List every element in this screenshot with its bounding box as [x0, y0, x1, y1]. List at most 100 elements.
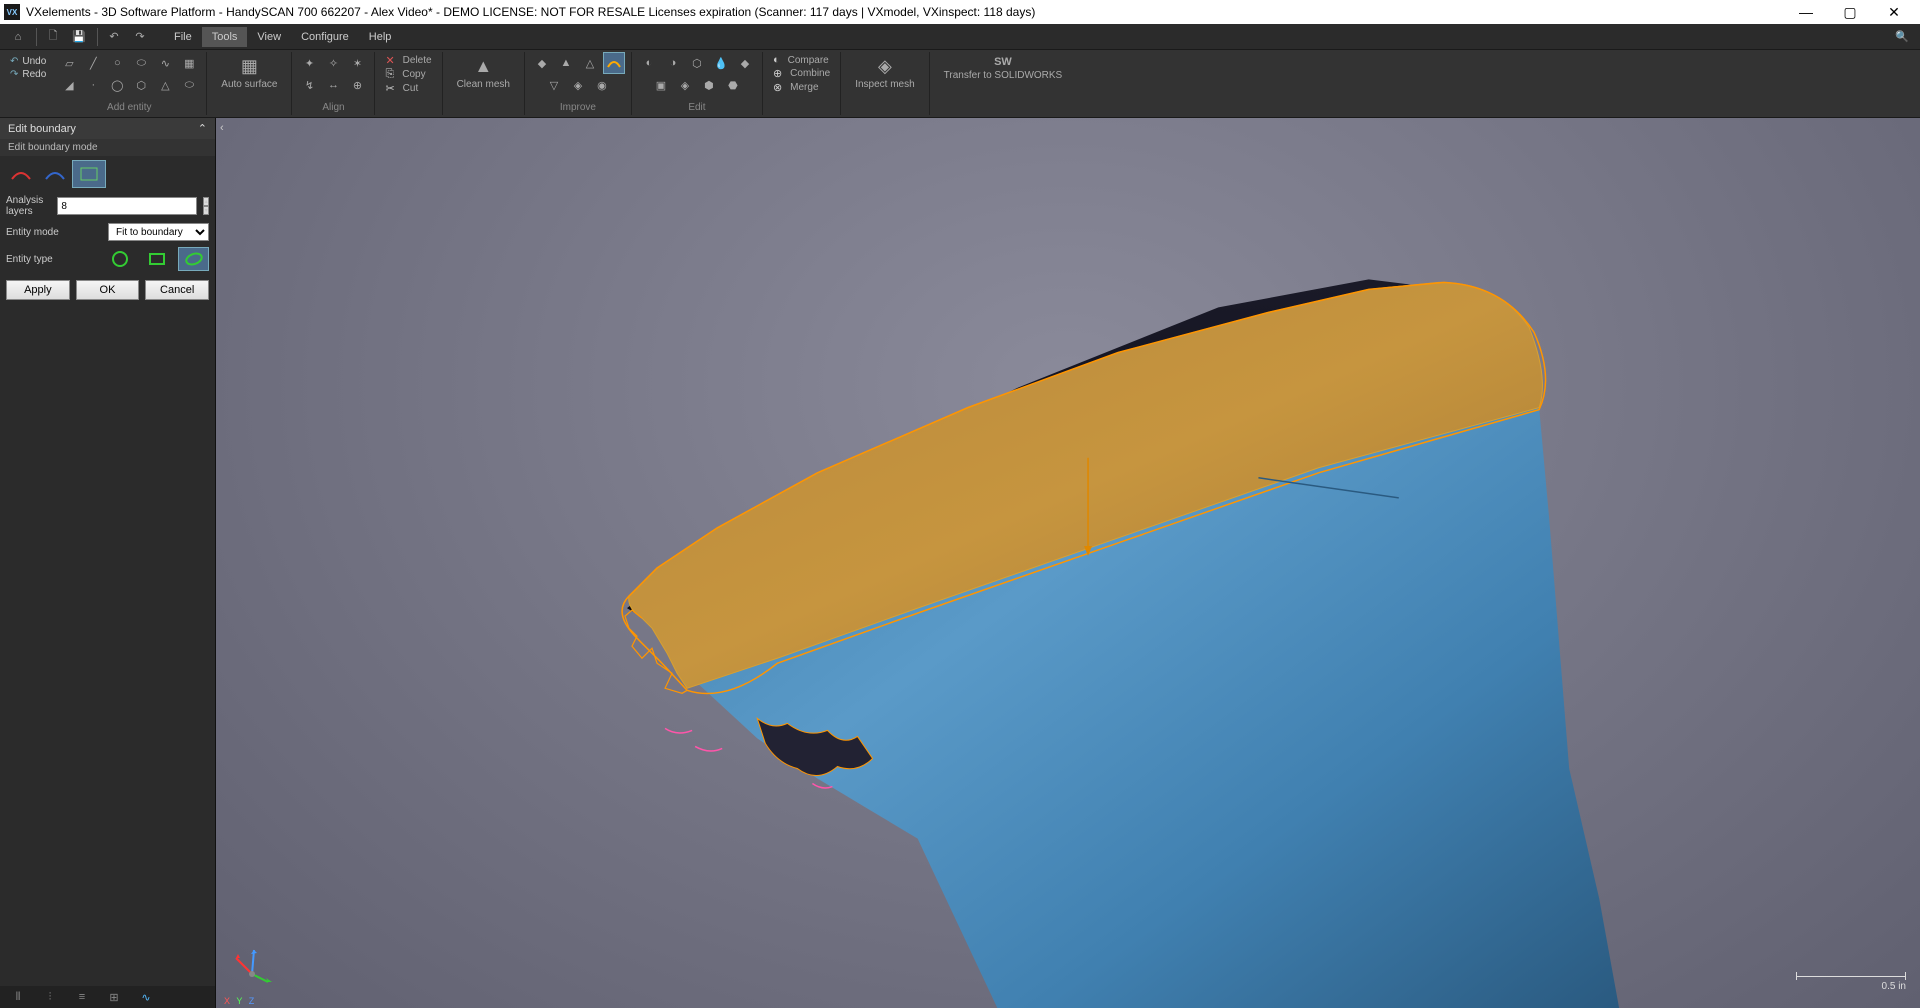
edit-tool-8-icon[interactable]: ⬢	[698, 74, 720, 96]
search-icon[interactable]: 🔍	[1890, 26, 1914, 48]
entity-surface-icon[interactable]: ▦	[178, 52, 200, 74]
minimize-button[interactable]: —	[1784, 0, 1828, 24]
edit-tool-6-icon[interactable]: ▣	[650, 74, 672, 96]
align-tool-2-icon[interactable]: ✧	[322, 52, 344, 74]
inspect-mesh-icon: ◈	[878, 56, 892, 77]
quick-access-bar: ⌂ 🗋 💾 ↶ ↷ File Tools View Configure Help…	[0, 24, 1920, 50]
edit-tool-2-icon[interactable]: ◑	[662, 52, 684, 74]
ribbon-group-transfer: SW Transfer to SOLIDWORKS	[930, 52, 1077, 115]
entity-type-ellipse[interactable]	[178, 247, 209, 271]
main-area: Edit boundary ⌃ Edit boundary mode Analy…	[0, 118, 1920, 1008]
redo-icon[interactable]: ↷	[128, 26, 152, 48]
clean-mesh-button[interactable]: ▲ Clean mesh	[449, 52, 518, 94]
viewport-collapse-icon[interactable]: ‹	[220, 122, 234, 136]
home-icon[interactable]: ⌂	[6, 26, 30, 48]
menubar: File Tools View Configure Help	[164, 27, 401, 47]
cancel-button[interactable]: Cancel	[145, 280, 209, 300]
entity-edge-icon[interactable]: ◢	[58, 74, 80, 96]
menu-tools[interactable]: Tools	[202, 27, 248, 47]
menu-file[interactable]: File	[164, 27, 202, 47]
edit-tool-5-icon[interactable]: ◆	[734, 52, 756, 74]
copy-button[interactable]: ⎘Copy	[385, 68, 431, 81]
entity-mode-row: Entity mode Fit to boundary	[0, 220, 215, 244]
entity-circle-icon[interactable]: ○	[106, 52, 128, 74]
entity-sphere-icon[interactable]: ◯	[106, 74, 128, 96]
boundary-mode-1[interactable]	[4, 160, 38, 188]
close-button[interactable]: ✕	[1872, 0, 1916, 24]
entity-ellipse-icon[interactable]: ⬭	[130, 52, 152, 74]
delete-button[interactable]: ✕Delete	[385, 54, 431, 67]
entity-curve-icon[interactable]: ∿	[154, 52, 176, 74]
compare-button[interactable]: ◐Compare	[773, 54, 830, 66]
combine-button[interactable]: ⊕Combine	[773, 67, 830, 80]
edit-tool-4-icon[interactable]: 💧	[710, 52, 732, 74]
entity-mode-label: Entity mode	[6, 227, 102, 238]
redo-button[interactable]: ↷Redo	[10, 69, 46, 80]
entity-line-icon[interactable]: ╱	[82, 52, 104, 74]
edit-tool-7-icon[interactable]: ◈	[674, 74, 696, 96]
analysis-layers-input[interactable]	[57, 197, 197, 215]
analysis-layers-label: Analysis layers	[6, 195, 51, 217]
cut-button[interactable]: ✂Cut	[385, 82, 431, 95]
menu-view[interactable]: View	[247, 27, 291, 47]
entity-point-icon[interactable]: ·	[82, 74, 104, 96]
auto-surface-button[interactable]: ▦ Auto surface	[213, 52, 285, 94]
apply-button[interactable]: Apply	[6, 280, 70, 300]
ribbon-group-auto-surface: ▦ Auto surface	[207, 52, 292, 115]
boundary-mode-2[interactable]	[38, 160, 72, 188]
maximize-button[interactable]: ▢	[1828, 0, 1872, 24]
menu-configure[interactable]: Configure	[291, 27, 359, 47]
menu-help[interactable]: Help	[359, 27, 402, 47]
entity-cone-icon[interactable]: △	[154, 74, 176, 96]
improve-tool-3-icon[interactable]: △	[579, 52, 601, 74]
merge-button[interactable]: ⊗Merge	[773, 81, 830, 94]
panel-title: Edit boundary	[8, 123, 76, 135]
improve-tool-7-icon[interactable]: ◉	[591, 74, 613, 96]
collapse-icon[interactable]: ⌃	[198, 122, 207, 135]
separator	[36, 28, 37, 46]
improve-tool-5-icon[interactable]: ▽	[543, 74, 565, 96]
ribbon-group-clean-mesh: ▲ Clean mesh	[443, 52, 525, 115]
entity-mode-select[interactable]: Fit to boundary	[108, 223, 209, 241]
statusbar-item-5[interactable]: ∿	[134, 988, 158, 1006]
edit-tool-9-icon[interactable]: ⬣	[722, 74, 744, 96]
improve-tool-2-icon[interactable]: ▲	[555, 52, 577, 74]
ribbon-group-edit: ◐ ◑ ⬡ 💧 ◆ ▣ ◈ ⬢ ⬣ Edit	[632, 52, 763, 115]
window-title: VXelements - 3D Software Platform - Hand…	[26, 5, 1784, 19]
auto-surface-icon: ▦	[241, 56, 258, 77]
align-tool-1-icon[interactable]: ✦	[298, 52, 320, 74]
entity-type-circle[interactable]	[104, 247, 135, 271]
entity-slot-icon[interactable]: ⬭	[178, 74, 200, 96]
axes-triad	[224, 938, 280, 994]
analysis-layers-spinner[interactable]: ▴▾	[203, 197, 209, 215]
panel-buttons: Apply OK Cancel	[0, 274, 215, 306]
edit-tool-3-icon[interactable]: ⬡	[686, 52, 708, 74]
undo-icon[interactable]: ↶	[102, 26, 126, 48]
inspect-mesh-button[interactable]: ◈ Inspect mesh	[847, 52, 922, 94]
align-tool-5-icon[interactable]: ↔	[322, 74, 344, 96]
entity-cylinder-icon[interactable]: ⬡	[130, 74, 152, 96]
transfer-solidworks-button[interactable]: SW Transfer to SOLIDWORKS	[936, 52, 1071, 85]
statusbar-item-2[interactable]: ⫶	[38, 988, 62, 1006]
statusbar-item-1[interactable]: ⫴	[6, 988, 30, 1006]
improve-tool-6-icon[interactable]: ◈	[567, 74, 589, 96]
statusbar-item-3[interactable]: ≡	[70, 988, 94, 1006]
edit-tool-1-icon[interactable]: ◐	[638, 52, 660, 74]
undo-button[interactable]: ↶Undo	[10, 56, 46, 67]
save-icon[interactable]: 💾	[67, 26, 91, 48]
entity-type-rectangle[interactable]	[141, 247, 172, 271]
statusbar-item-4[interactable]: ⊞	[102, 988, 126, 1006]
align-tool-4-icon[interactable]: ↯	[298, 74, 320, 96]
new-file-icon[interactable]: 🗋	[41, 26, 65, 48]
viewport-3d[interactable]: ‹	[216, 118, 1920, 1008]
ok-button[interactable]: OK	[76, 280, 140, 300]
improve-tool-1-icon[interactable]: ◆	[531, 52, 553, 74]
boundary-mode-3[interactable]	[72, 160, 106, 188]
align-tool-3-icon[interactable]: ✶	[346, 52, 368, 74]
entity-plane-icon[interactable]: ▱	[58, 52, 80, 74]
ribbon-label-improve: Improve	[560, 102, 596, 115]
scale-bar: 0.5 in	[1796, 976, 1906, 992]
panel-header[interactable]: Edit boundary ⌃	[0, 118, 215, 139]
edit-boundary-icon[interactable]	[603, 52, 625, 74]
align-tool-6-icon[interactable]: ⊕	[346, 74, 368, 96]
